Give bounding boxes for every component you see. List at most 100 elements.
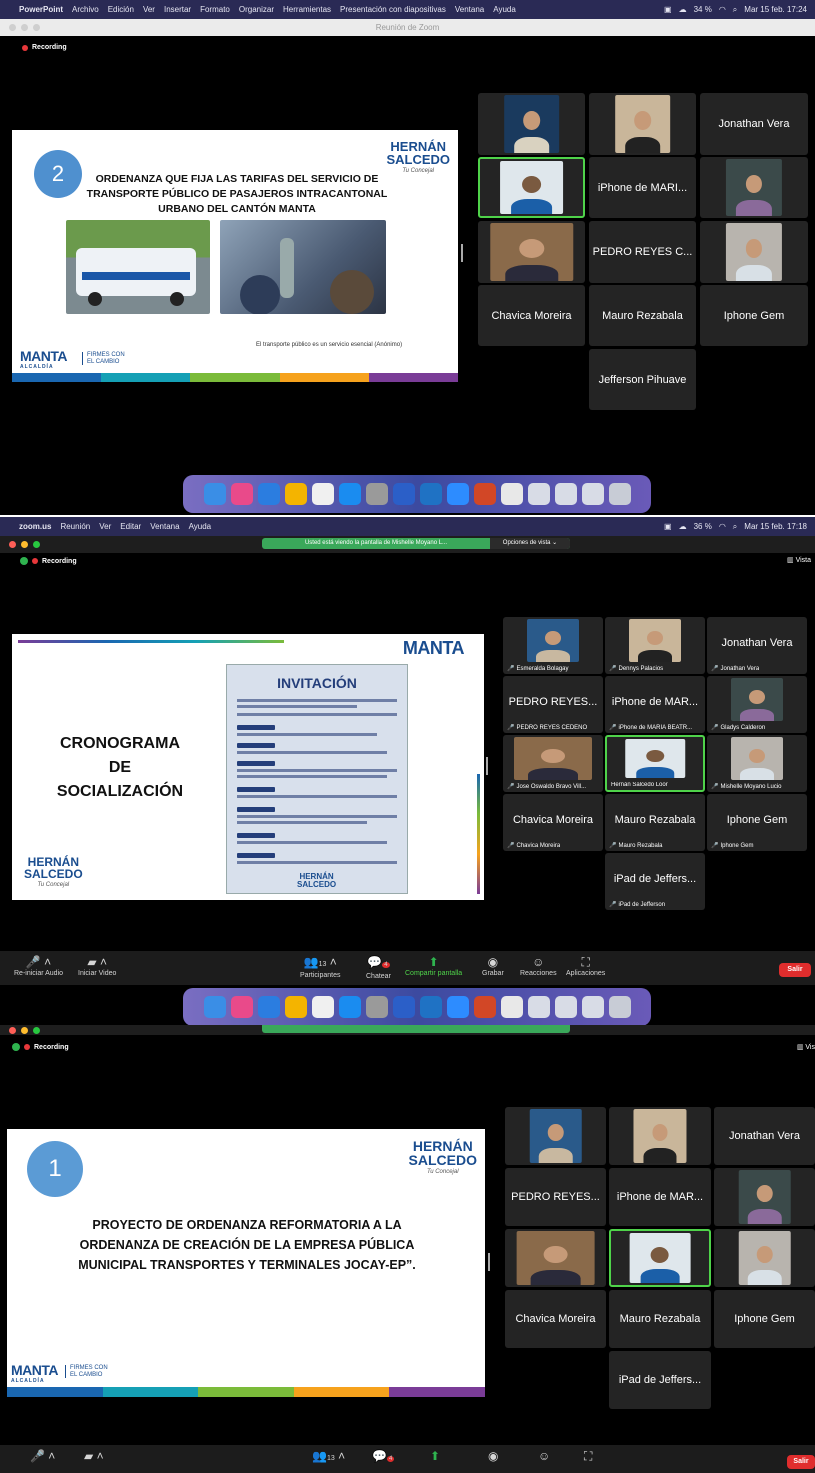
appstore-icon[interactable]	[338, 996, 361, 1018]
video-tile[interactable]: Chavica Moreira	[478, 285, 585, 346]
window-thumbnail-icon[interactable]	[554, 996, 577, 1018]
menu-app-name[interactable]: PowerPoint	[19, 5, 63, 14]
view-options-button[interactable]: Opciones de vista ⌄	[490, 538, 570, 549]
window-thumbnail-icon[interactable]	[581, 483, 604, 505]
participants-button[interactable]: 👥13 ˄	[312, 1449, 345, 1466]
record-button[interactable]: ◉ Grabar	[482, 955, 504, 977]
reactions-button[interactable]: ☺	[538, 1449, 550, 1464]
menu-editar[interactable]: Editar	[120, 522, 141, 531]
video-tile[interactable]: Jonathan Vera	[700, 93, 808, 155]
video-tile[interactable]: Mauro Rezabala	[589, 285, 696, 346]
reminders-icon[interactable]	[311, 996, 334, 1018]
powerpoint-icon[interactable]	[473, 483, 496, 505]
record-button[interactable]: ◉	[488, 1449, 498, 1464]
video-tile[interactable]	[714, 1229, 815, 1287]
chat-button[interactable]: 💬 4 Chatear	[366, 955, 391, 980]
window-thumbnail-icon[interactable]	[554, 483, 577, 505]
panel-resize-handle[interactable]	[488, 1253, 490, 1271]
participants-button[interactable]: 👥13 ˄ Participantes	[300, 955, 340, 979]
video-tile[interactable]: iPhone de MAR... 🎤 iPhone de MARIA BEATR..…	[605, 676, 705, 733]
menu-app-name[interactable]: zoom.us	[19, 522, 51, 531]
video-tile[interactable]: Mauro Rezabala	[609, 1290, 711, 1348]
reminders-icon[interactable]	[311, 483, 334, 505]
minimize-icon[interactable]	[21, 24, 28, 31]
view-button[interactable]: ▥ Vis	[797, 1043, 815, 1051]
video-tile[interactable]: 🎤 Dennys Palacios	[605, 617, 705, 674]
recording-indicator[interactable]: Recording	[20, 557, 77, 565]
start-video-button[interactable]: ▰ ˄	[84, 1449, 104, 1464]
window-controls[interactable]	[9, 1027, 40, 1034]
menu-edicion[interactable]: Edición	[108, 5, 134, 14]
menu-archivo[interactable]: Archivo	[72, 5, 99, 14]
video-tile[interactable]: Iphone Gem 🎤 Iphone Gem	[707, 794, 807, 851]
wifi-icon[interactable]: ◠	[719, 5, 726, 14]
fullscreen-icon[interactable]	[33, 541, 40, 548]
preview-icon[interactable]	[500, 996, 523, 1018]
video-tile[interactable]	[700, 157, 808, 218]
video-tile[interactable]: 🎤 Esmeralda Bolagay	[503, 617, 603, 674]
video-tile[interactable]	[478, 93, 585, 155]
video-tile[interactable]	[714, 1168, 815, 1226]
spotlight-search-icon[interactable]: ⌕	[733, 522, 737, 532]
start-video-button[interactable]: ▰ ˄ Iniciar Video	[78, 955, 116, 977]
datetime[interactable]: Mar 15 feb. 17:18	[744, 522, 807, 531]
launchpad-icon[interactable]	[230, 483, 253, 505]
launchpad-icon[interactable]	[230, 996, 253, 1018]
window-thumbnail-icon[interactable]	[527, 996, 550, 1018]
leave-button[interactable]: Salir	[779, 963, 811, 977]
share-screen-button[interactable]: ⬆ Compartir pantalla	[405, 955, 462, 977]
word-icon[interactable]	[392, 996, 415, 1018]
video-tile[interactable]: PEDRO REYES...	[505, 1168, 606, 1226]
menu-ventana[interactable]: Ventana	[150, 522, 179, 531]
view-button[interactable]: ▥ Vista	[787, 556, 811, 564]
video-tile[interactable]: PEDRO REYES C...	[589, 221, 696, 283]
video-tile[interactable]	[478, 221, 585, 283]
finder-icon[interactable]	[203, 996, 226, 1018]
video-tile[interactable]: Jonathan Vera 🎤 Jonathan Vera	[707, 617, 807, 674]
fullscreen-icon[interactable]	[33, 1027, 40, 1034]
video-tile[interactable]: Chavica Moreira	[505, 1290, 606, 1348]
cloud-icon[interactable]: ☁	[679, 522, 687, 531]
spotlight-search-icon[interactable]: ⌕	[733, 5, 737, 15]
unmute-audio-button[interactable]: 🎤 ˄ Re-iniciar Audio	[14, 955, 63, 977]
menu-presentacion[interactable]: Presentación con diapositivas	[340, 5, 446, 14]
video-tile[interactable]	[505, 1107, 606, 1165]
screen-record-icon[interactable]: ▣	[664, 5, 672, 14]
video-tile[interactable]: iPhone de MAR...	[609, 1168, 711, 1226]
video-tile[interactable]: PEDRO REYES... 🎤 PEDRO REYES CEDEÑO	[503, 676, 603, 733]
battery-level[interactable]: 36 %	[694, 522, 712, 531]
finder-icon[interactable]	[203, 483, 226, 505]
video-tile[interactable]: iPhone de MARI...	[589, 157, 696, 218]
minimize-icon[interactable]	[21, 541, 28, 548]
video-tile[interactable]: Iphone Gem	[714, 1290, 815, 1348]
menu-ayuda[interactable]: Ayuda	[493, 5, 516, 14]
settings-icon[interactable]	[365, 483, 388, 505]
apps-button[interactable]: ⛶ Aplicaciones	[566, 955, 605, 977]
reactions-button[interactable]: ☺ Reacciones	[520, 955, 557, 977]
appstore-icon[interactable]	[338, 483, 361, 505]
close-icon[interactable]	[9, 541, 16, 548]
leave-button[interactable]: Salir	[787, 1455, 815, 1469]
window-thumbnail-icon[interactable]	[527, 483, 550, 505]
panel-resize-handle[interactable]	[486, 757, 488, 775]
outlook-icon[interactable]	[419, 996, 442, 1018]
video-tile[interactable]	[589, 93, 696, 155]
video-tile[interactable]: 🎤 Jose Oswaldo Bravo Vill...	[503, 735, 603, 792]
chrome-icon[interactable]	[284, 996, 307, 1018]
video-tile[interactable]: iPad de Jeffers...	[609, 1351, 711, 1409]
chrome-icon[interactable]	[284, 483, 307, 505]
video-tile-active-speaker[interactable]	[609, 1229, 711, 1287]
menu-ayuda[interactable]: Ayuda	[189, 522, 212, 531]
fullscreen-icon[interactable]	[33, 24, 40, 31]
video-tile-active-speaker[interactable]: Hernán Salcedo Loor	[605, 735, 705, 792]
unmute-audio-button[interactable]: 🎤 ˄	[30, 1449, 55, 1464]
chat-button[interactable]: 💬 4	[372, 1449, 395, 1467]
minimize-icon[interactable]	[21, 1027, 28, 1034]
outlook-icon[interactable]	[419, 483, 442, 505]
apps-button[interactable]: ⛶	[584, 1449, 592, 1464]
menu-ventana[interactable]: Ventana	[455, 5, 484, 14]
powerpoint-icon[interactable]	[473, 996, 496, 1018]
cloud-icon[interactable]: ☁	[679, 5, 687, 14]
close-icon[interactable]	[9, 24, 16, 31]
trash-icon[interactable]	[608, 996, 631, 1018]
